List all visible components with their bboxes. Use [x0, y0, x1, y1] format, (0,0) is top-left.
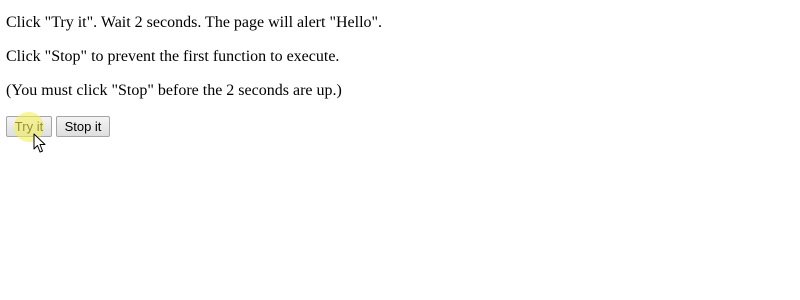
instruction-line-1: Click "Try it". Wait 2 seconds. The page… [6, 14, 383, 31]
stop-it-button[interactable]: Stop it [56, 116, 110, 137]
try-it-button[interactable]: Try it [6, 116, 52, 137]
instruction-line-2: Click "Stop" to prevent the first functi… [6, 48, 340, 65]
button-row: Try it Stop it [6, 116, 110, 137]
instruction-line-3: (You must click "Stop" before the 2 seco… [6, 82, 342, 99]
